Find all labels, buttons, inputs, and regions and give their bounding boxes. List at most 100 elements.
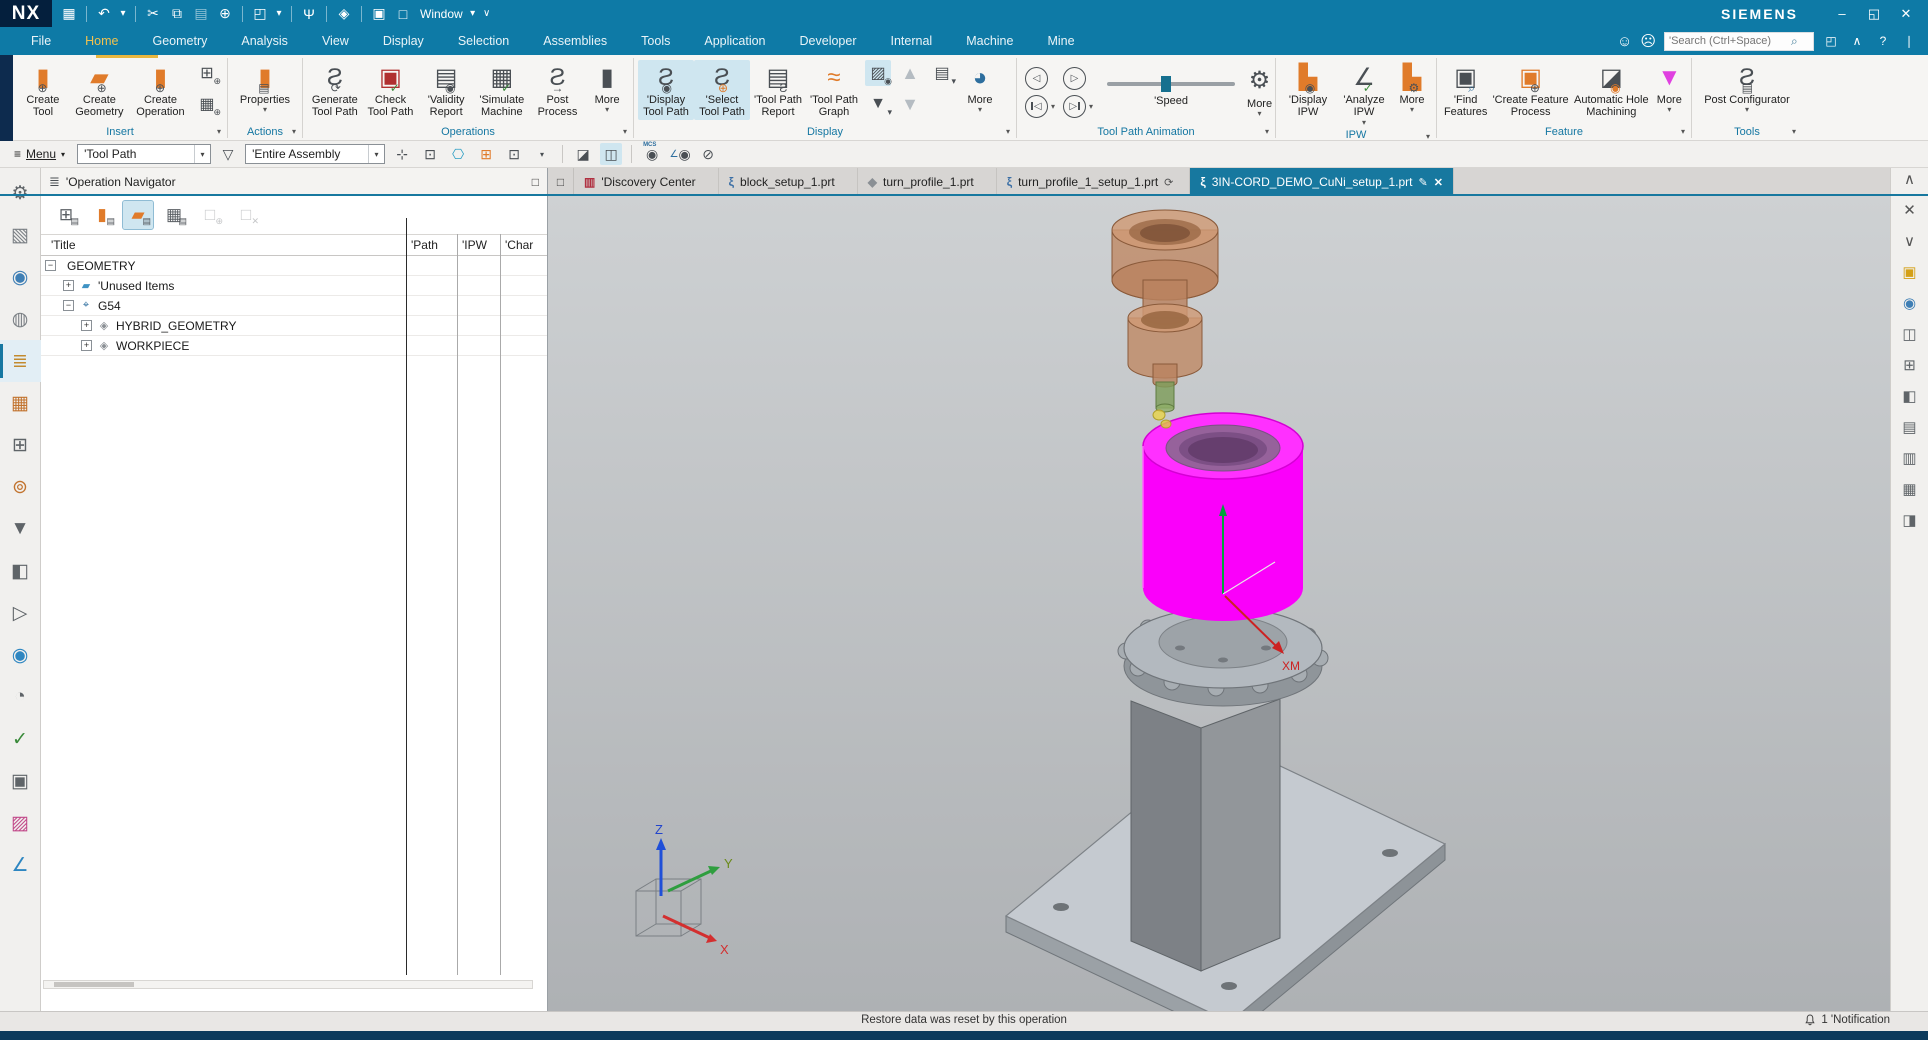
post-process-button[interactable]: Ƨ→ Post Process — [530, 60, 586, 120]
select-options-caret-icon[interactable]: ▾ — [531, 143, 553, 165]
feedback-frown-icon[interactable]: ☹ — [1640, 32, 1656, 50]
column-divider[interactable] — [500, 234, 501, 975]
right-rail-icon[interactable]: ⊞ — [1903, 356, 1916, 374]
shaded-view-icon[interactable]: ◪ — [572, 143, 594, 165]
copy-icon[interactable]: ⧉ — [166, 3, 188, 25]
menu-item[interactable]: Machine — [949, 27, 1030, 55]
right-rail-icon[interactable]: ▦ — [1902, 480, 1916, 498]
list-options-icon[interactable]: ▤▾ — [929, 60, 955, 86]
create-geometry-button[interactable]: ▰⊕ Create Geometry — [69, 60, 130, 120]
document-tab[interactable]: ξ block_setup_1.prt — [719, 168, 858, 196]
notification-button[interactable]: 1 'Notification — [1804, 1014, 1890, 1026]
right-rail-icon[interactable]: ◫ — [1902, 325, 1916, 343]
document-tab[interactable]: ξ 3IN-CORD_DEMO_CuNi_setup_1.prt ✎ ✕ — [1190, 168, 1454, 196]
tree-node-label[interactable]: GEOMETRY — [67, 259, 135, 273]
filter-combo-caret-icon[interactable]: ▾ — [194, 145, 210, 163]
right-rail-icon[interactable]: ▣ — [1902, 263, 1916, 281]
create-program-icon[interactable]: ⊞⊕ — [194, 60, 220, 86]
tool-display-icon[interactable]: ▼▾ — [865, 91, 891, 117]
menu-item[interactable]: Developer — [783, 27, 874, 55]
show-2d-ipw-icon[interactable]: ▨◉ — [865, 60, 891, 86]
menu-item[interactable]: Application — [687, 27, 782, 55]
show-mcs-icon[interactable]: MCS◉ — [641, 143, 663, 165]
tree-toggle[interactable]: + — [81, 340, 92, 351]
menu-item[interactable]: Geometry — [136, 27, 225, 55]
machine-tool-view-icon[interactable]: ▮▤ — [87, 201, 117, 229]
window-new-icon[interactable]: □ — [392, 3, 414, 25]
microphone-icon[interactable]: Ψ — [298, 3, 320, 25]
tree-row[interactable]: + ◈ HYBRID_GEOMETRY — [41, 316, 547, 336]
info-icon[interactable]: ❘ — [1900, 34, 1918, 48]
geometry-view-icon[interactable]: ▰▤ — [123, 201, 153, 229]
automatic-hole-machining-button[interactable]: ◪◉ Automatic Hole Machining — [1571, 60, 1652, 120]
menu-item[interactable]: Home — [68, 27, 135, 55]
tree-toggle[interactable]: − — [63, 300, 74, 311]
move-up-icon[interactable]: ▲ — [897, 60, 923, 86]
save-icon[interactable]: ▦ — [58, 3, 80, 25]
play-backward-button[interactable]: ◁ — [1025, 67, 1048, 90]
close-button[interactable]: ✕ — [1892, 3, 1920, 25]
right-rail-icon[interactable]: ✕ — [1903, 201, 1916, 219]
display-dialog-launcher-icon[interactable]: ▾ — [1006, 127, 1010, 136]
tree-node-label[interactable]: HYBRID_GEOMETRY — [116, 319, 236, 333]
cut-icon[interactable]: ✂ — [142, 3, 164, 25]
operations-dialog-launcher-icon[interactable]: ▾ — [623, 127, 627, 136]
search-input[interactable] — [1669, 35, 1787, 47]
insert-dialog-launcher-icon[interactable]: ▾ — [217, 127, 221, 136]
menu-item[interactable]: Selection — [441, 27, 526, 55]
filter-funnel-icon[interactable]: ▽ — [217, 143, 239, 165]
right-rail-icon[interactable]: ◨ — [1902, 511, 1916, 529]
selection-scope-combo[interactable]: 'Entire Assembly ▾ — [245, 144, 385, 164]
display-more-button[interactable]: ◕ More ▾ — [958, 60, 1002, 116]
restore-button[interactable]: ◱ — [1860, 3, 1888, 25]
snap-point-icon[interactable]: ⊹ — [391, 143, 413, 165]
window-menu[interactable]: Window — [420, 7, 463, 21]
window-menu-caret-icon[interactable]: ▾ — [467, 3, 479, 25]
tree-node-label[interactable]: G54 — [98, 299, 121, 313]
tree-toggle[interactable]: − — [45, 260, 56, 271]
scope-combo-caret-icon[interactable]: ▾ — [368, 145, 384, 163]
speed-slider[interactable]: 'Speed — [1097, 78, 1245, 107]
right-rail-icon[interactable]: ▥ — [1902, 449, 1916, 467]
minimize-ribbon-icon[interactable]: ∧ — [1848, 34, 1866, 48]
menu-item[interactable]: Mine — [1030, 27, 1091, 55]
select-solid-icon[interactable]: ⊞ — [475, 143, 497, 165]
post-configurator-button[interactable]: Ƨ▤ Post Configurator ▾ — [1701, 60, 1793, 116]
navigator-hscroll-thumb[interactable] — [54, 982, 134, 987]
undo-dropdown-icon[interactable]: ▾ — [117, 3, 129, 25]
menu-item[interactable]: File — [14, 27, 68, 55]
menu-item[interactable]: Tools — [624, 27, 687, 55]
column-path[interactable]: 'Path — [411, 238, 438, 252]
select-by-rectangle-icon[interactable]: ⊡ — [419, 143, 441, 165]
paste-icon[interactable]: ▤ — [190, 3, 212, 25]
feature-more-button[interactable]: ▼ More ▾ — [1652, 60, 1687, 116]
animation-dialog-launcher-icon[interactable]: ▾ — [1265, 127, 1269, 136]
tool-path-graph-button[interactable]: ≈ 'Tool Path Graph — [806, 60, 862, 120]
check-tool-path-button[interactable]: ▣✓ Check Tool Path — [363, 60, 419, 120]
machining-method-view-icon[interactable]: ▦▤ — [159, 201, 189, 229]
command-finder-icon[interactable]: ◈ — [333, 3, 355, 25]
dock-page-icon[interactable]: □ — [548, 168, 574, 196]
select-face-icon[interactable]: ⊡ — [503, 143, 525, 165]
select-tool-path-button[interactable]: Ƨ⊕ 'Select Tool Path — [694, 60, 750, 120]
find-features-button[interactable]: ▣⌕ 'Find Features — [1441, 60, 1490, 120]
column-title[interactable]: 'Title — [51, 238, 76, 252]
analyze-ipw-button[interactable]: ∠✓ 'Analyze IPW ▾ — [1336, 60, 1392, 129]
ipw-dialog-launcher-icon[interactable]: ▾ — [1426, 132, 1430, 141]
right-rail-icon[interactable]: ▤ — [1902, 418, 1916, 436]
operations-more-button[interactable]: ▮ More ▾ — [585, 60, 629, 116]
column-divider[interactable] — [457, 234, 458, 975]
wireframe-view-icon[interactable]: ◫ — [600, 143, 622, 165]
menu-item[interactable]: Analysis — [224, 27, 305, 55]
create-method-icon[interactable]: ▦⊕ — [194, 91, 220, 117]
minimize-button[interactable]: – — [1828, 3, 1856, 25]
fit-dropdown-icon[interactable]: ▾ — [273, 3, 285, 25]
menu-item[interactable]: Assemblies — [526, 27, 624, 55]
tab-aux-icon[interactable]: ⟳ — [1164, 176, 1173, 189]
create-tool-button[interactable]: ▮⊕ Create Tool — [17, 60, 69, 120]
feature-dialog-launcher-icon[interactable]: ▾ — [1681, 127, 1685, 136]
tree-row[interactable]: + ▰ 'Unused Items — [41, 276, 547, 296]
fullscreen-icon[interactable]: ◰ — [1822, 34, 1840, 48]
document-tab[interactable]: ▥ 'Discovery Center — [574, 168, 719, 196]
column-char[interactable]: 'Char — [505, 238, 533, 252]
